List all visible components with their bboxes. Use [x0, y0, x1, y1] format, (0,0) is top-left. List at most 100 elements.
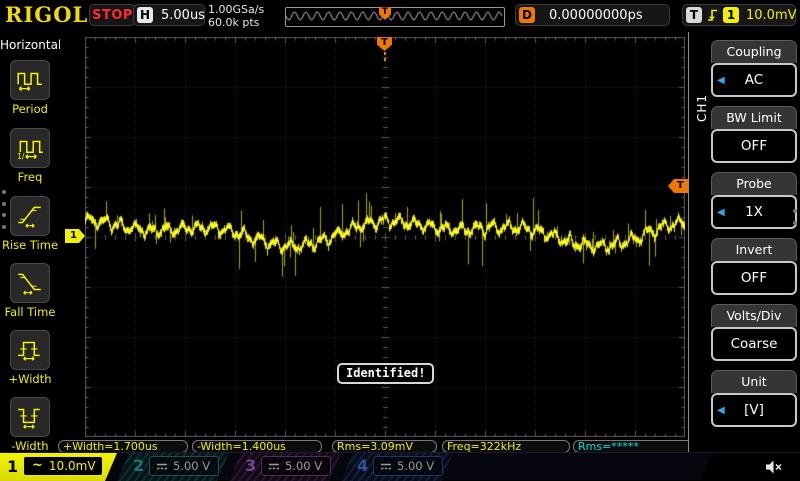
scope-display-area: T 1 T Identified! [60, 32, 688, 452]
menu-item-rise-time[interactable]: Rise Time [0, 196, 60, 260]
menu-item-plus-width[interactable]: +Width [0, 330, 60, 394]
channel-number: 1 [7, 457, 18, 476]
ac-coupling-icon: ~ [32, 461, 43, 471]
menu-page-dot [793, 221, 797, 225]
softkey-label: Unit [711, 370, 797, 393]
trigger-delay-box[interactable]: D 0.00000000ps [515, 4, 670, 26]
softkey-value[interactable]: ◀ 1X [711, 195, 797, 229]
softkey-value[interactable]: ◀ AC [711, 63, 797, 97]
trigger-level-value: 10.0mV [746, 8, 797, 23]
rigol-logo: RIGOL [5, 2, 88, 27]
horizontal-timebase-box[interactable]: H 5.00us [133, 4, 205, 26]
dc-coupling-icon [268, 462, 280, 471]
dc-coupling-icon [380, 462, 392, 471]
softkey-value-text: [V] [744, 402, 764, 418]
channel-scale-box: 5.00 V [373, 456, 443, 476]
fall-time-icon [10, 263, 50, 303]
preview-waveform [286, 9, 502, 23]
menu-item-period[interactable]: Period [0, 60, 60, 124]
left-arrow-icon: ◀ [717, 75, 725, 86]
softkey-label: Invert [711, 238, 797, 261]
softkey-volts-div[interactable]: Volts/Div ◀ Coarse [711, 304, 797, 361]
trigger-source-badge: 1 [723, 7, 739, 23]
softkey-value-text: Coarse [731, 336, 778, 352]
trigger-position-stem [384, 52, 386, 64]
dc-coupling-icon [156, 462, 168, 471]
channel-scale-box: ~ 10.0mV [23, 456, 103, 476]
softkey-probe[interactable]: Probe ◀ 1X [711, 172, 797, 229]
softkey-label: Probe [711, 172, 797, 195]
softkey-value[interactable]: ◀ Coarse [711, 327, 797, 361]
run-state-label: STOP [92, 8, 133, 23]
period-icon [10, 60, 50, 100]
channel-4-status[interactable]: 4 5.00 V [341, 453, 453, 481]
menu-page-dot [2, 190, 6, 194]
menu-item-label: -Width [0, 439, 64, 453]
softkey-value[interactable]: ◀ OFF [711, 129, 797, 163]
channel-menu-sidebar: CH1 Coupling ◀ AC BW Limit ◀ OFF Probe ◀… [688, 32, 800, 452]
softkey-value[interactable]: ◀ [V] [711, 393, 797, 427]
trigger-info-box[interactable]: T 1 10.0mV [682, 4, 796, 26]
menu-item-label: Period [0, 102, 64, 116]
horizontal-key-icon: H [137, 7, 153, 23]
minus-width-icon [10, 397, 50, 437]
timebase-value: 5.00us [161, 8, 205, 23]
channel-1-status[interactable]: 1 ~ 10.0mV [0, 453, 117, 481]
channel-1-level-marker[interactable]: 1 [65, 229, 85, 243]
channel-number: 4 [357, 456, 368, 475]
softkey-value-text: 1X [745, 204, 763, 220]
softkey-label: BW Limit [711, 106, 797, 129]
channel-scale: 10.0mV [49, 459, 96, 473]
menu-page-dot [2, 202, 6, 206]
measure-menu-title: Horizontal [0, 38, 60, 52]
softkey-coupling[interactable]: Coupling ◀ AC [711, 40, 797, 97]
menu-channel-label: CH1 [695, 94, 709, 122]
channel-number: 2 [133, 456, 144, 475]
menu-item-fall-time[interactable]: Fall Time [0, 263, 60, 327]
channel-scale: 5.00 V [397, 459, 434, 473]
identified-message: Identified! [337, 363, 434, 384]
left-arrow-icon: ◀ [717, 405, 725, 416]
channel-scale-box: 5.00 V [261, 456, 331, 476]
softkey-value-text: OFF [741, 138, 767, 154]
delay-key-icon: D [519, 7, 535, 23]
rising-edge-icon [706, 7, 719, 23]
channel-number: 3 [245, 456, 256, 475]
menu-item-label: Rise Time [0, 238, 64, 252]
sound-status-zone [700, 453, 800, 481]
menu-item-freq[interactable]: 1/ Freq [0, 128, 60, 192]
speaker-muted-icon[interactable] [764, 459, 784, 475]
channel-3-status[interactable]: 3 5.00 V [229, 453, 341, 481]
softkey-label: Volts/Div [711, 304, 797, 327]
acquisition-info: 1.00GSa/s 60.0k pts [208, 3, 264, 29]
softkey-invert[interactable]: Invert ◀ OFF [711, 238, 797, 295]
freq-icon: 1/ [10, 128, 50, 168]
menu-page-dot [2, 225, 6, 229]
trigger-key-icon: T [686, 7, 702, 23]
plus-width-icon [10, 330, 50, 370]
channel-status-bar: 1 ~ 10.0mV 2 5.00 V 3 5.00 V 4 [0, 452, 800, 480]
left-arrow-icon: ◀ [717, 207, 725, 218]
softkey-value[interactable]: ◀ OFF [711, 261, 797, 295]
waveform-preview-strip[interactable]: T [285, 7, 505, 27]
svg-text:1/: 1/ [17, 152, 25, 161]
menu-page-dot [793, 209, 797, 213]
top-status-bar: RIGOL STOP H 5.00us 1.00GSa/s 60.0k pts … [0, 0, 800, 32]
delay-value: 0.00000000ps [549, 8, 643, 23]
sample-rate: 1.00GSa/s [208, 3, 264, 16]
softkey-unit[interactable]: Unit ◀ [V] [711, 370, 797, 427]
channel-scale: 5.00 V [285, 459, 322, 473]
run-state-indicator[interactable]: STOP [89, 4, 136, 26]
softkey-value-text: AC [745, 72, 763, 88]
rise-time-icon [10, 196, 50, 236]
menu-page-dot [2, 213, 6, 217]
menu-item-label: Fall Time [0, 305, 64, 319]
softkey-value-text: OFF [741, 270, 767, 286]
softkey-label: Coupling [711, 40, 797, 63]
channel-scale: 5.00 V [173, 459, 210, 473]
softkey-bw-limit[interactable]: BW Limit ◀ OFF [711, 106, 797, 163]
channel-scale-box: 5.00 V [149, 456, 219, 476]
menu-item-label: Freq [0, 170, 64, 184]
menu-item-label: +Width [0, 372, 64, 386]
channel-2-status[interactable]: 2 5.00 V [117, 453, 229, 481]
